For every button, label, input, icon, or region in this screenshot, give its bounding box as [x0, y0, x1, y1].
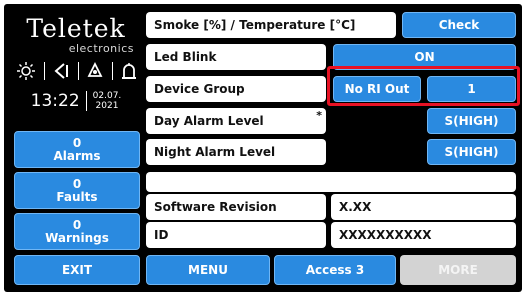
divider [85, 91, 87, 111]
night-alarm-level-button[interactable]: S(HIGH) [427, 139, 516, 165]
night-alarm-level-label: Night Alarm Level [146, 139, 326, 165]
faults-count: 0 [72, 176, 82, 191]
alarms-label: Alarms [53, 148, 101, 163]
faults-button[interactable]: 0 Faults [14, 172, 140, 209]
divider [111, 62, 113, 80]
brand-logo: Teletek [26, 14, 126, 43]
warnings-label: Warnings [45, 230, 109, 245]
clock-date: 02.07. 2021 [93, 91, 122, 111]
date-year: 2021 [95, 101, 119, 111]
status-icons [16, 60, 138, 82]
smoke-temperature-field: Smoke [%] / Temperature [°C] [146, 12, 396, 38]
brand-subtitle: electronics [68, 42, 134, 55]
alarms-count: 0 [72, 135, 82, 150]
divider [43, 62, 45, 80]
signal-icon [52, 62, 70, 80]
menu-button[interactable]: MENU [146, 255, 270, 285]
id-value: XXXXXXXXXX [331, 222, 516, 248]
day-alarm-level-text: Day Alarm Level [154, 114, 264, 128]
sun-icon [16, 61, 36, 81]
faults-label: Faults [56, 189, 98, 204]
siren-icon [120, 62, 138, 80]
modified-marker: * [316, 109, 322, 122]
divider [77, 62, 79, 80]
led-blink-label: Led Blink [146, 44, 326, 70]
day-alarm-level-button[interactable]: S(HIGH) [427, 108, 516, 134]
alarms-button[interactable]: 0 Alarms [14, 131, 140, 168]
panel-screen: Teletek electronics 13:22 02.07. 2021 0 … [4, 4, 522, 292]
software-revision-label: Software Revision [146, 194, 326, 220]
access-level-button[interactable]: Access 3 [274, 255, 396, 285]
more-button[interactable]: MORE [400, 255, 516, 285]
device-group-label: Device Group [146, 76, 326, 102]
warnings-count: 0 [72, 217, 82, 232]
date-day-month: 02.07. [92, 91, 122, 101]
highlight-box [327, 66, 520, 106]
id-label: ID [146, 222, 326, 248]
alarm-bell-icon [86, 62, 104, 80]
blank-row [146, 172, 516, 192]
exit-button[interactable]: EXIT [14, 255, 140, 285]
warnings-button[interactable]: 0 Warnings [14, 213, 140, 250]
check-button[interactable]: Check [402, 12, 516, 38]
day-alarm-level-label: Day Alarm Level * [146, 108, 326, 134]
software-revision-value: X.XX [331, 194, 516, 220]
clock-time: 13:22 [30, 91, 80, 111]
clock-display: 13:22 02.07. 2021 [14, 86, 138, 116]
